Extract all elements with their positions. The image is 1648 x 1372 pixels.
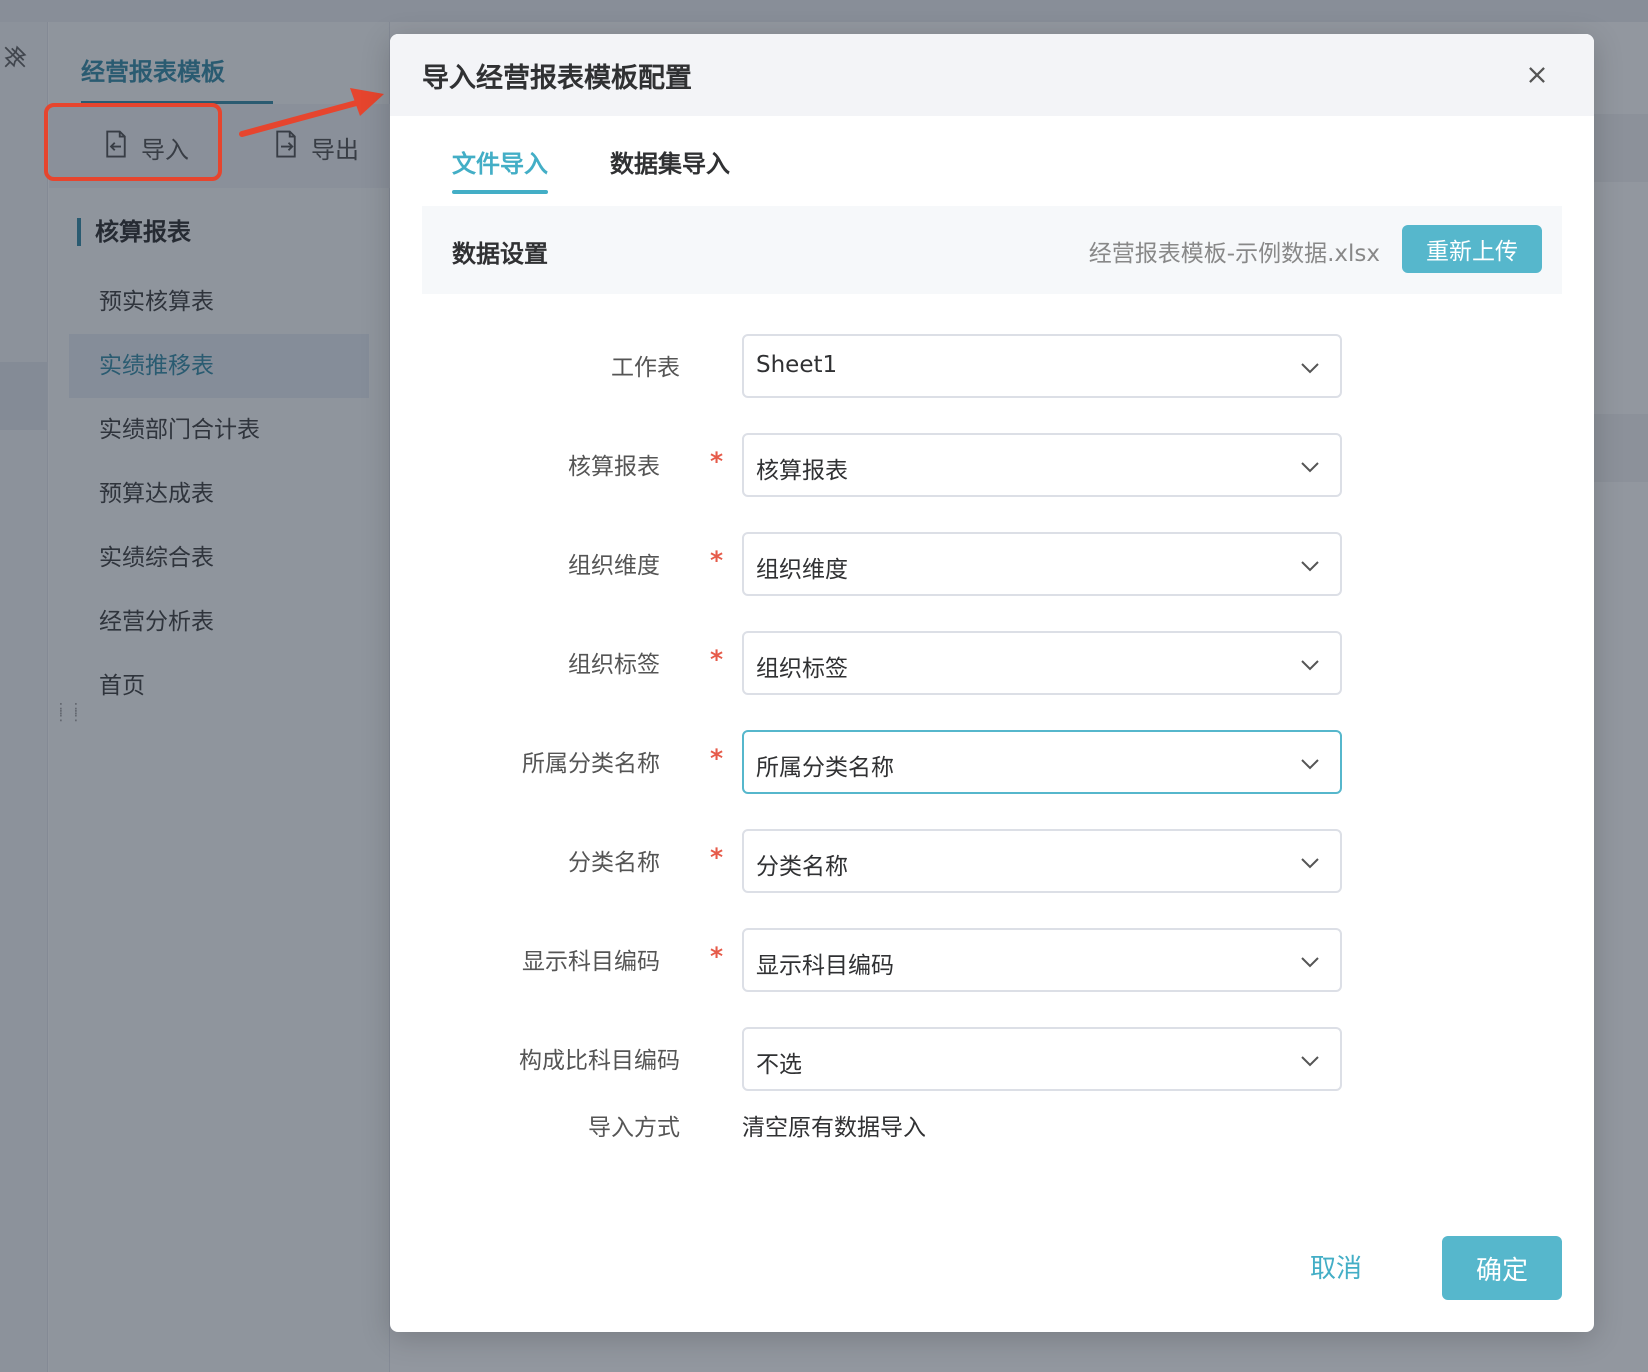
chevron-down-icon	[1298, 356, 1322, 380]
chevron-down-icon	[1298, 1049, 1322, 1073]
subject-code-select[interactable]: 显示科目编码	[742, 928, 1342, 992]
chevron-down-icon	[1298, 851, 1322, 875]
annotation-highlight-box	[44, 103, 222, 181]
data-settings-bar: 数据设置 经营报表模板-示例数据.xlsx 重新上传	[422, 206, 1562, 294]
org-dimension-select[interactable]: 组织维度	[742, 532, 1342, 596]
chevron-down-icon	[1298, 653, 1322, 677]
select-value: Sheet1	[756, 352, 838, 378]
field-label: 工作表	[611, 355, 680, 381]
select-value: 显示科目编码	[756, 953, 894, 979]
close-icon[interactable]	[1520, 58, 1554, 92]
select-value: 不选	[756, 1052, 802, 1078]
dialog-title: 导入经营报表模板配置	[422, 63, 692, 94]
field-label: 所属分类名称	[522, 751, 660, 777]
select-value: 核算报表	[756, 458, 848, 484]
import-config-dialog: 导入经营报表模板配置 文件导入 数据集导入 数据设置 经营报表模板-示例数据.x…	[390, 34, 1594, 1332]
required-mark: *	[710, 744, 724, 773]
tab-dataset-import[interactable]: 数据集导入	[610, 144, 730, 194]
annotation-arrow-icon	[239, 88, 384, 137]
chevron-down-icon	[1298, 950, 1322, 974]
form-row-subject-code: 显示科目编码 * 显示科目编码	[390, 928, 1594, 992]
form-row-org-tag: 组织标签 * 组织标签	[390, 631, 1594, 695]
form-row-worksheet: 工作表 Sheet1	[390, 334, 1594, 398]
dialog-header: 导入经营报表模板配置	[390, 34, 1594, 116]
import-tabs: 文件导入 数据集导入	[452, 144, 730, 194]
field-label: 构成比科目编码	[519, 1048, 680, 1074]
dialog-footer: 取消 确定	[390, 1234, 1594, 1300]
form-row-category: 分类名称 * 分类名称	[390, 829, 1594, 893]
form-row-parent-category: 所属分类名称 * 所属分类名称	[390, 730, 1594, 794]
tab-file-import[interactable]: 文件导入	[452, 144, 548, 194]
form-row-ratio-subject-code: 构成比科目编码 不选	[390, 1027, 1594, 1091]
field-label: 组织标签	[568, 652, 660, 678]
org-tag-select[interactable]: 组织标签	[742, 631, 1342, 695]
required-mark: *	[710, 447, 724, 476]
worksheet-select[interactable]: Sheet1	[742, 334, 1342, 398]
field-label: 显示科目编码	[522, 949, 660, 975]
reupload-button[interactable]: 重新上传	[1402, 225, 1542, 273]
required-mark: *	[710, 546, 724, 575]
chevron-down-icon	[1298, 455, 1322, 479]
required-mark: *	[710, 843, 724, 872]
uploaded-file-name: 经营报表模板-示例数据.xlsx	[1088, 241, 1380, 267]
category-select[interactable]: 分类名称	[742, 829, 1342, 893]
field-label: 核算报表	[568, 454, 660, 480]
parent-category-select[interactable]: 所属分类名称	[742, 730, 1342, 794]
import-mode-value: 清空原有数据导入	[742, 1115, 926, 1141]
required-mark: *	[710, 942, 724, 971]
confirm-button[interactable]: 确定	[1442, 1236, 1562, 1300]
field-label: 分类名称	[568, 850, 660, 876]
select-value: 分类名称	[756, 854, 848, 880]
chevron-down-icon	[1298, 752, 1322, 776]
form-row-accounting-report: 核算报表 * 核算报表	[390, 433, 1594, 497]
chevron-down-icon	[1298, 554, 1322, 578]
accounting-report-select[interactable]: 核算报表	[742, 433, 1342, 497]
form-row-org-dimension: 组织维度 * 组织维度	[390, 532, 1594, 596]
select-value: 所属分类名称	[756, 755, 894, 781]
field-label: 导入方式	[588, 1115, 680, 1141]
form-row-import-mode: 导入方式 清空原有数据导入	[390, 1094, 1594, 1158]
select-value: 组织维度	[756, 557, 848, 583]
cancel-button[interactable]: 取消	[1310, 1248, 1362, 1285]
field-label: 组织维度	[568, 553, 660, 579]
select-value: 组织标签	[756, 656, 848, 682]
section-title: 数据设置	[452, 240, 548, 268]
required-mark: *	[710, 645, 724, 674]
ratio-subject-code-select[interactable]: 不选	[742, 1027, 1342, 1091]
